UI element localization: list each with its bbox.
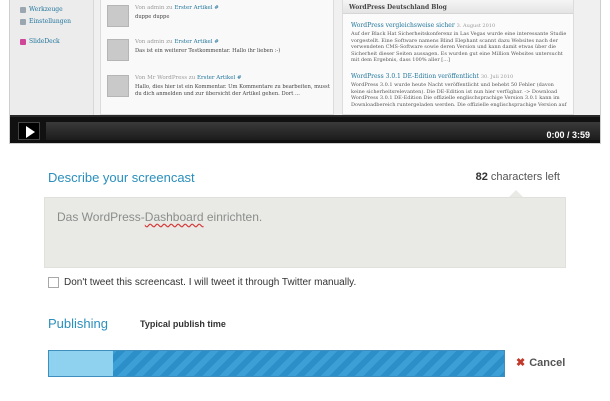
- video-player[interactable]: Werkzeuge Einstellungen SlideDeck Von ad…: [9, 0, 601, 144]
- dont-tweet-option[interactable]: Don't tweet this screencast. I will twee…: [48, 277, 356, 288]
- description-notch: [509, 190, 523, 197]
- blog-post-date: 3. August 2010: [456, 23, 496, 29]
- comment-text: Hallo, dies hier ist ein Kommentar. Um K…: [135, 84, 330, 97]
- slidedeck-icon: [20, 38, 26, 45]
- recent-comments-panel: Von admin zu Erster Artikel # duppe dupp…: [100, 0, 334, 115]
- dont-tweet-label: Don't tweet this screencast. I will twee…: [64, 277, 357, 288]
- publish-progress-bar: [48, 350, 505, 377]
- widget-title: WordPress Deutschland Blog: [343, 0, 573, 14]
- comment-meta: Von admin zu Erster Artikel #: [135, 39, 219, 45]
- description-text: Das WordPress-Dashboard einrichten.: [57, 210, 263, 224]
- wp-admin-sidebar: Werkzeuge Einstellungen SlideDeck: [10, 0, 94, 115]
- close-icon: ✖: [516, 357, 526, 369]
- dont-tweet-checkbox[interactable]: [48, 277, 59, 288]
- spellcheck-flagged-word: Dashboard: [144, 210, 204, 224]
- describe-title: Describe your screencast: [48, 170, 195, 185]
- sidebar-item-werkzeuge: Werkzeuge: [20, 6, 63, 13]
- typical-publish-time: Typical publish time: [140, 319, 226, 329]
- play-button[interactable]: [18, 122, 40, 140]
- comment-item: Von Mr WordPress zu Erster Artikel # Hal…: [107, 72, 331, 102]
- seek-bar[interactable]: 0:00 / 3:59: [46, 122, 600, 140]
- blog-post-title: WordPress vergleichsweise sicher: [351, 22, 455, 29]
- cancel-button[interactable]: ✖ Cancel: [516, 356, 566, 370]
- time-display: 0:00 / 3:59: [546, 130, 590, 140]
- comment-item: Von admin zu Erster Artikel # duppe dupp…: [107, 2, 331, 32]
- settings-icon: [20, 18, 26, 25]
- blog-post-excerpt: Auf der Black Hat Sicherheitskonferenz i…: [351, 31, 567, 63]
- blog-post: WordPress 3.0.1 DE-Edition veröffentlich…: [351, 73, 569, 108]
- comment-meta: Von Mr WordPress zu Erster Artikel #: [135, 75, 242, 81]
- progress-fill: [49, 351, 113, 376]
- sidebar-item-slidedeck: SlideDeck: [20, 38, 60, 45]
- publishing-title: Publishing: [48, 316, 108, 331]
- character-count-suffix: characters left: [490, 171, 560, 183]
- avatar: [107, 75, 129, 97]
- character-count: 82: [475, 171, 488, 183]
- sidebar-item-label: Werkzeuge: [29, 6, 63, 13]
- video-controls: 0:00 / 3:59: [10, 115, 600, 143]
- blog-post: WordPress vergleichsweise sicher 3. Augu…: [351, 22, 569, 64]
- comment-text: Das ist ein weiterer Testkommentar. Hall…: [135, 48, 281, 54]
- characters-left: 82 characters left: [476, 171, 560, 183]
- cancel-label: Cancel: [529, 356, 566, 369]
- wordpress-blog-widget: WordPress Deutschland Blog WordPress ver…: [342, 0, 574, 115]
- tools-icon: [20, 6, 26, 13]
- description-textarea[interactable]: Das WordPress-Dashboard einrichten.: [44, 197, 566, 268]
- blog-post-excerpt: WordPress 3.0.1 wurde heute Nacht veröff…: [351, 82, 567, 108]
- comment-text: duppe duppe: [135, 14, 170, 20]
- sidebar-item-label: SlideDeck: [29, 38, 60, 45]
- sidebar-item-einstellungen: Einstellungen: [20, 18, 71, 25]
- avatar: [107, 5, 129, 27]
- avatar: [107, 39, 129, 61]
- comment-meta: Von admin zu Erster Artikel #: [135, 5, 219, 11]
- blog-post-title: WordPress 3.0.1 DE-Edition veröffentlich…: [351, 73, 479, 80]
- comment-item: Von admin zu Erster Artikel # Das ist ei…: [107, 36, 331, 66]
- sidebar-item-label: Einstellungen: [29, 18, 72, 25]
- blog-post-date: 30. Juli 2010: [480, 74, 514, 80]
